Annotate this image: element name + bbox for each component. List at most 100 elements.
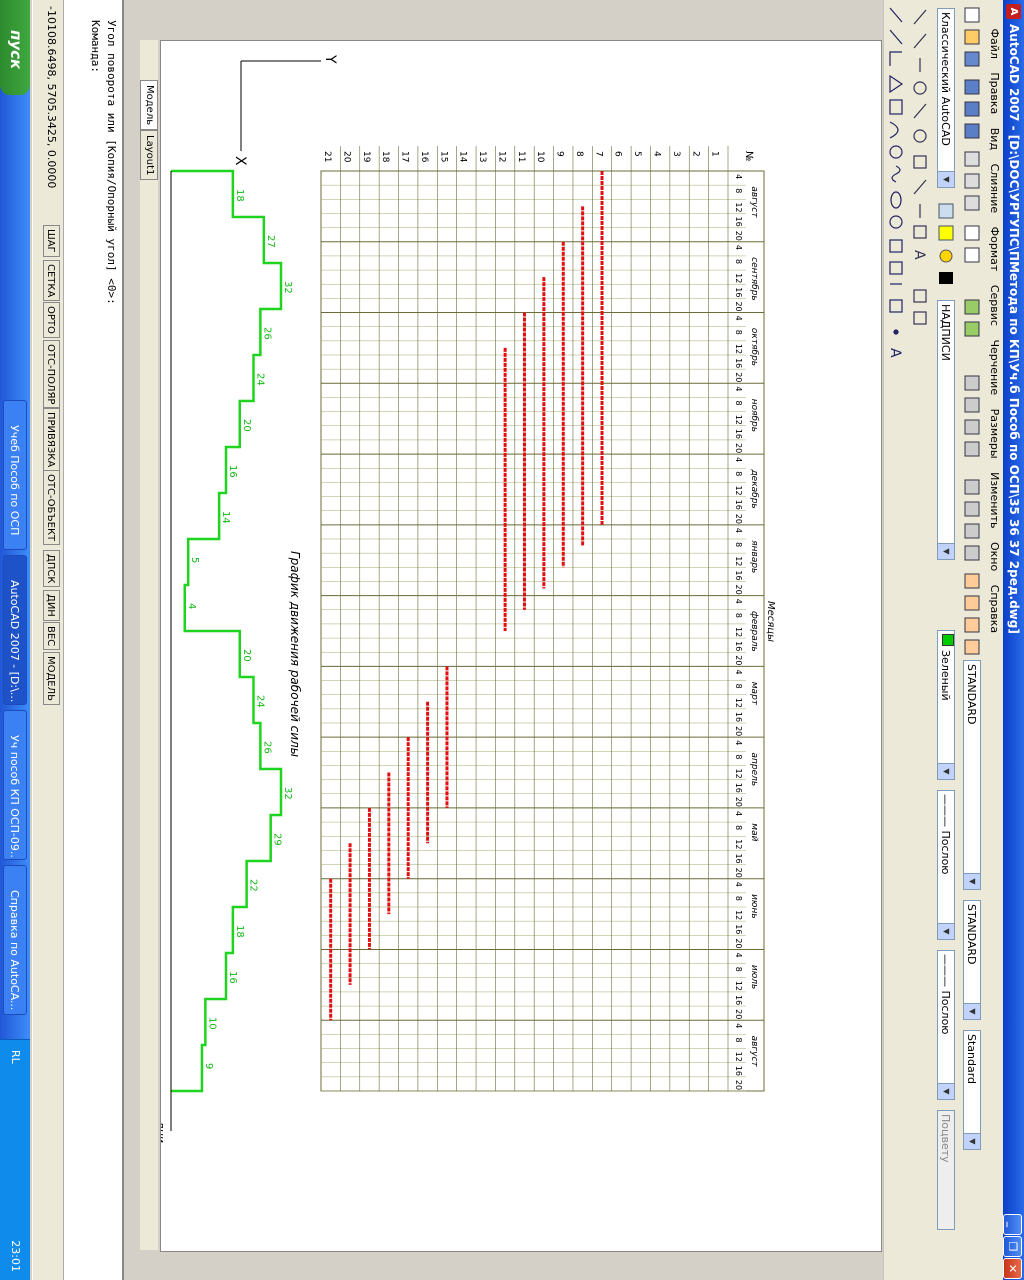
menu-window[interactable]: Окно — [986, 537, 1003, 576]
row-number: 20 — [341, 151, 351, 163]
day-tick-label: 12 — [734, 627, 743, 637]
dim-style-select[interactable]: STANDARD ▼ — [963, 900, 981, 1020]
tab-layout1[interactable]: Layout1 — [140, 130, 158, 181]
command-prompt[interactable]: Команда: — [89, 20, 102, 73]
menu-edit[interactable]: Правка — [986, 67, 1003, 119]
layer-icons[interactable] — [932, 200, 958, 300]
color-select[interactable]: Зеленый ▼ — [937, 630, 955, 780]
day-tick-label: 12 — [734, 698, 743, 708]
workforce-value: 26 — [261, 327, 272, 340]
workforce-value: 4 — [186, 603, 197, 609]
day-tick-label: 20 — [734, 1080, 743, 1090]
workforce-value: 16 — [227, 465, 238, 478]
snap-toggle[interactable]: ШАГ — [43, 225, 60, 257]
svg-text:A: A — [911, 250, 927, 260]
menu-insert[interactable]: Слияние — [986, 159, 1003, 219]
day-tick-label: 16 — [734, 429, 743, 439]
tab-model[interactable]: Модель — [140, 80, 158, 131]
osnap-toggle[interactable]: ПРИВЯЗКА — [43, 408, 60, 472]
menu-modify[interactable]: Изменить — [986, 467, 1003, 533]
day-tick-label: 16 — [734, 570, 743, 580]
dimension-toolbar: A — [907, 0, 932, 1280]
day-tick-label: 8 — [734, 896, 743, 901]
workforce-value: 16 — [227, 971, 238, 984]
chevron-down-icon: ▼ — [964, 1133, 980, 1149]
row-number: 17 — [400, 151, 410, 162]
linetype-select[interactable]: ——— Послою ▼ — [937, 790, 955, 940]
day-tick-label: 16 — [734, 853, 743, 863]
row-number: 7 — [593, 151, 603, 157]
menu-format[interactable]: Формат — [986, 222, 1003, 277]
restore-button[interactable]: ❐ — [1003, 1236, 1022, 1257]
dimension-toolbar-icons[interactable]: A — [908, 0, 932, 1280]
day-tick-label: 16 — [734, 995, 743, 1005]
status-bar: -10108.6498, 5705.3425, 0.0000 ШАГ СЕТКА… — [33, 0, 64, 1280]
menu-dimension[interactable]: Размеры — [986, 404, 1003, 464]
model-toggle[interactable]: МОДЕЛЬ — [43, 652, 60, 706]
day-tick-label: 4 — [734, 953, 743, 958]
day-tick-label: 4 — [734, 669, 743, 674]
language-indicator[interactable]: RL — [9, 1050, 22, 1064]
day-tick-label: 4 — [734, 811, 743, 816]
row-number: 12 — [496, 151, 506, 162]
grid-toggle[interactable]: СЕТКА — [43, 260, 60, 302]
day-tick-label: 12 — [734, 273, 743, 283]
day-tick-label: 20 — [734, 443, 743, 453]
day-tick-label: 16 — [734, 783, 743, 793]
menu-draw[interactable]: Черчение — [986, 334, 1003, 400]
taskbar: пуск Учеб Пособ по ОСП AutoCAD 2007 - [D… — [0, 0, 30, 1280]
task-uch-posob[interactable]: Учеб Пособ по ОСП — [3, 400, 27, 550]
dyn-toggle[interactable]: ДИН — [43, 590, 60, 621]
table-style-select[interactable]: Standard ▼ — [963, 1030, 981, 1150]
plotstyle-select: Поцвету — [937, 1110, 955, 1230]
month-label: октябрь — [749, 328, 759, 366]
start-button[interactable]: пуск — [0, 0, 30, 95]
workspace-select[interactable]: Классический AutoCAD ▼ — [937, 8, 955, 188]
day-tick-label: 12 — [734, 202, 743, 212]
day-tick-label: 8 — [734, 825, 743, 830]
row-number: 9 — [555, 151, 565, 157]
menu-view[interactable]: Вид — [986, 123, 1003, 155]
chart-title: График движения рабочей силы — [288, 551, 302, 757]
menu-help[interactable]: Справка — [986, 580, 1003, 638]
row-number: 16 — [419, 151, 429, 163]
otrack-toggle[interactable]: ОТС-ОБЪЕКТ — [43, 470, 60, 546]
day-tick-label: 16 — [734, 287, 743, 297]
menu-file[interactable]: Файл — [986, 24, 1003, 64]
close-button[interactable]: ✕ — [1003, 1258, 1022, 1279]
minimize-button[interactable]: _ — [1003, 1214, 1022, 1235]
task-autocad[interactable]: AutoCAD 2007 - [D:\... — [3, 555, 27, 705]
ortho-toggle[interactable]: ОРТО — [43, 302, 60, 338]
month-label: июнь — [749, 894, 759, 919]
text-style-select[interactable]: STANDARD ▼ — [963, 660, 981, 890]
menu-bar: Файл Правка Вид Слияние Формат Сервис Че… — [984, 0, 1003, 1280]
lineweight-select[interactable]: ——— Послою ▼ — [937, 950, 955, 1100]
workforce-value: 26 — [261, 741, 272, 754]
day-tick-label: 8 — [734, 259, 743, 264]
workforce-step-line — [171, 169, 283, 1093]
task-uch-posob-kp[interactable]: Уч пособ КП ОСП-09... — [3, 710, 27, 860]
day-tick-label: 8 — [734, 542, 743, 547]
days-axis-label: дни — [161, 1120, 167, 1143]
month-label: сентябрь — [749, 257, 759, 301]
layer-select[interactable]: НАДПИСИ ▼ — [937, 300, 955, 560]
row-number: 10 — [535, 151, 545, 163]
draw-toolbar-icons[interactable]: A — [884, 0, 908, 1280]
drawing-canvas[interactable]: Месяцы № август 4 8 12 16 20 сентябрь 4 8 12 16 20 окт… — [160, 40, 882, 1252]
day-tick-label: 12 — [734, 415, 743, 425]
workforce-value: 27 — [265, 235, 276, 248]
ducs-toggle[interactable]: ДПСК — [43, 550, 60, 588]
day-tick-label: 20 — [734, 231, 743, 241]
lwt-toggle[interactable]: ВЕС — [43, 622, 60, 651]
workforce-value: 9 — [203, 1063, 214, 1069]
day-tick-label: 12 — [734, 556, 743, 566]
menu-tools[interactable]: Сервис — [986, 280, 1003, 331]
task-help[interactable]: Справка по AutoCA... — [3, 865, 27, 1015]
month-label: январь — [749, 540, 759, 573]
day-tick-label: 20 — [734, 1009, 743, 1019]
day-tick-label: 20 — [734, 868, 743, 878]
polar-toggle[interactable]: ОТС-ПОЛЯР — [43, 340, 60, 409]
day-tick-label: 16 — [734, 712, 743, 722]
row-number: 5 — [632, 151, 642, 157]
row-number: 18 — [380, 151, 390, 163]
